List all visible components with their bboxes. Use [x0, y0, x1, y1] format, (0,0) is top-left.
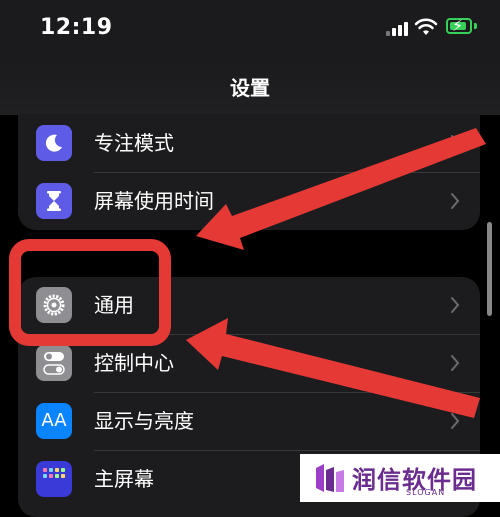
status-bar: 12:19 ⚡	[0, 0, 500, 60]
chevron-right-icon	[451, 193, 460, 209]
gear-icon	[36, 287, 72, 323]
status-time: 12:19	[40, 15, 113, 40]
charging-bolt-icon: ⚡	[452, 16, 464, 35]
home-screen-grid-icon	[36, 461, 72, 497]
toggles-icon	[36, 345, 72, 381]
settings-row-label: 专注模式	[94, 131, 174, 155]
settings-row-control-center[interactable]: 控制中心	[18, 335, 480, 393]
chevron-right-icon	[451, 413, 460, 429]
scroll-indicator[interactable]	[487, 222, 492, 316]
settings-group-focus: 专注模式 屏幕使用时间	[18, 114, 480, 230]
chevron-right-icon	[451, 135, 460, 151]
settings-row-label: 通用	[94, 293, 134, 317]
battery-tip	[474, 23, 477, 29]
moon-icon	[36, 125, 72, 161]
chevron-right-icon	[451, 297, 460, 313]
settings-row-label: 屏幕使用时间	[94, 189, 214, 213]
text-size-icon: AA	[36, 403, 72, 439]
settings-row-label: 显示与亮度	[94, 409, 194, 433]
settings-row-focus[interactable]: 专注模式	[18, 114, 480, 172]
chevron-right-icon	[451, 355, 460, 371]
settings-row-display-brightness[interactable]: AA 显示与亮度	[18, 393, 480, 451]
watermark: 润信软件园 SLOGAN	[300, 454, 500, 502]
cellular-signal-icon	[386, 20, 410, 36]
hourglass-icon	[36, 183, 72, 219]
settings-row-general[interactable]: 通用	[18, 277, 480, 335]
wifi-icon	[414, 18, 438, 35]
page-title: 设置	[230, 76, 270, 100]
watermark-logo-icon	[316, 464, 344, 492]
watermark-slogan: SLOGAN	[406, 488, 446, 497]
settings-row-label: 主屏幕	[94, 467, 154, 491]
settings-row-screen-time[interactable]: 屏幕使用时间	[18, 172, 480, 230]
settings-row-label: 控制中心	[94, 351, 174, 375]
